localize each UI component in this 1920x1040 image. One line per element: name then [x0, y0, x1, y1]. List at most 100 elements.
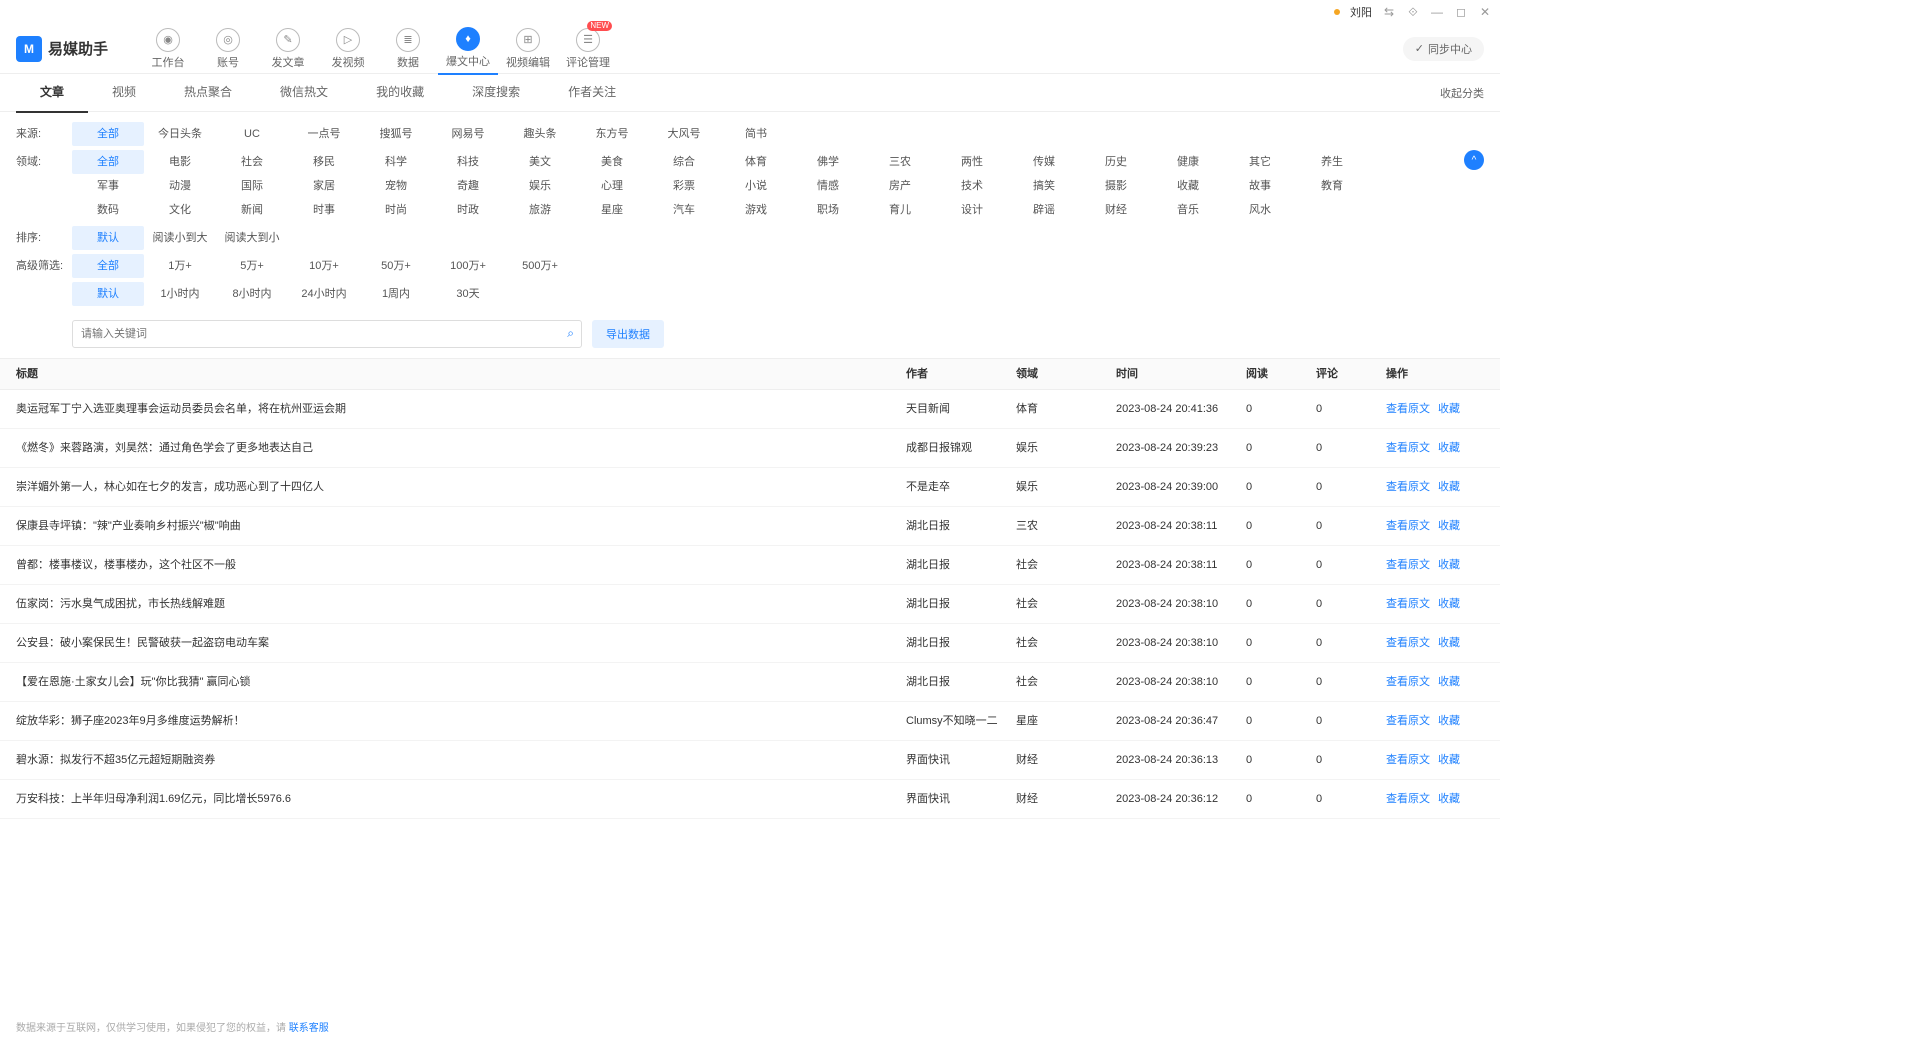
fav-link[interactable]: 收藏: [1438, 663, 1460, 701]
opt-5万+[interactable]: 5万+: [216, 254, 288, 278]
opt-国际[interactable]: 国际: [216, 174, 288, 198]
opt-奇趣[interactable]: 奇趣: [432, 174, 504, 198]
view-link[interactable]: 查看原文: [1386, 468, 1430, 506]
opt-佛学[interactable]: 佛学: [792, 150, 864, 174]
fav-link[interactable]: 收藏: [1438, 546, 1460, 584]
opt-房产[interactable]: 房产: [864, 174, 936, 198]
nav-数据[interactable]: ≣数据: [378, 23, 438, 75]
opt-美文[interactable]: 美文: [504, 150, 576, 174]
view-link[interactable]: 查看原文: [1386, 741, 1430, 779]
collapse-categories[interactable]: 收起分类: [1440, 85, 1484, 101]
maximize-icon[interactable]: ◻: [1454, 5, 1468, 19]
opt-8小时内[interactable]: 8小时内: [216, 282, 288, 306]
cell-title[interactable]: 伍家岗：污水臭气成困扰，市长热线解难题: [16, 585, 906, 623]
view-link[interactable]: 查看原文: [1386, 507, 1430, 545]
opt-游戏[interactable]: 游戏: [720, 198, 792, 222]
opt-一点号[interactable]: 一点号: [288, 122, 360, 146]
tab-视频[interactable]: 视频: [88, 73, 160, 113]
opt-数码[interactable]: 数码: [72, 198, 144, 222]
opt-文化[interactable]: 文化: [144, 198, 216, 222]
nav-视频编辑[interactable]: ⊞视频编辑: [498, 23, 558, 75]
opt-大风号[interactable]: 大风号: [648, 122, 720, 146]
opt-美食[interactable]: 美食: [576, 150, 648, 174]
tab-我的收藏[interactable]: 我的收藏: [352, 73, 448, 113]
fav-link[interactable]: 收藏: [1438, 429, 1460, 467]
fav-link[interactable]: 收藏: [1438, 780, 1460, 818]
tab-微信热文[interactable]: 微信热文: [256, 73, 352, 113]
cell-title[interactable]: 绽放华彩：狮子座2023年9月多维度运势解析！: [16, 702, 906, 740]
opt-10万+[interactable]: 10万+: [288, 254, 360, 278]
view-link[interactable]: 查看原文: [1386, 780, 1430, 818]
opt-默认[interactable]: 默认: [72, 282, 144, 306]
cell-title[interactable]: 公安县：破小案保民生！民警破获一起盗窃电动车案: [16, 624, 906, 662]
nav-评论管理[interactable]: ☰评论管理NEW: [558, 23, 618, 75]
opt-技术[interactable]: 技术: [936, 174, 1008, 198]
fav-link[interactable]: 收藏: [1438, 468, 1460, 506]
opt-东方号[interactable]: 东方号: [576, 122, 648, 146]
opt-社会[interactable]: 社会: [216, 150, 288, 174]
opt-军事[interactable]: 军事: [72, 174, 144, 198]
view-link[interactable]: 查看原文: [1386, 390, 1430, 428]
opt-收藏[interactable]: 收藏: [1152, 174, 1224, 198]
fav-link[interactable]: 收藏: [1438, 741, 1460, 779]
opt-宠物[interactable]: 宠物: [360, 174, 432, 198]
view-link[interactable]: 查看原文: [1386, 429, 1430, 467]
opt-阅读大到小[interactable]: 阅读大到小: [216, 226, 288, 250]
opt-24小时内[interactable]: 24小时内: [288, 282, 360, 306]
opt-三农[interactable]: 三农: [864, 150, 936, 174]
opt-默认[interactable]: 默认: [72, 226, 144, 250]
nav-发视频[interactable]: ▷发视频: [318, 23, 378, 75]
cell-title[interactable]: 碧水源：拟发行不超35亿元超短期融资券: [16, 741, 906, 779]
opt-职场[interactable]: 职场: [792, 198, 864, 222]
opt-全部[interactable]: 全部: [72, 254, 144, 278]
opt-电影[interactable]: 电影: [144, 150, 216, 174]
sync-button[interactable]: ✓ 同步中心: [1403, 37, 1484, 61]
opt-汽车[interactable]: 汽车: [648, 198, 720, 222]
opt-育儿[interactable]: 育儿: [864, 198, 936, 222]
pin-icon[interactable]: ⟐: [1406, 5, 1420, 19]
nav-工作台[interactable]: ◉工作台: [138, 23, 198, 75]
opt-新闻[interactable]: 新闻: [216, 198, 288, 222]
opt-100万+[interactable]: 100万+: [432, 254, 504, 278]
opt-趣头条[interactable]: 趣头条: [504, 122, 576, 146]
app-logo[interactable]: M 易媒助手: [16, 36, 108, 62]
opt-故事[interactable]: 故事: [1224, 174, 1296, 198]
opt-科学[interactable]: 科学: [360, 150, 432, 174]
opt-简书[interactable]: 简书: [720, 122, 792, 146]
opt-财经[interactable]: 财经: [1080, 198, 1152, 222]
opt-30天[interactable]: 30天: [432, 282, 504, 306]
export-button[interactable]: 导出数据: [592, 320, 664, 348]
opt-旅游[interactable]: 旅游: [504, 198, 576, 222]
view-link[interactable]: 查看原文: [1386, 546, 1430, 584]
tab-文章[interactable]: 文章: [16, 73, 88, 113]
opt-移民[interactable]: 移民: [288, 150, 360, 174]
opt-综合[interactable]: 综合: [648, 150, 720, 174]
opt-UC[interactable]: UC: [216, 122, 288, 146]
opt-科技[interactable]: 科技: [432, 150, 504, 174]
fav-link[interactable]: 收藏: [1438, 507, 1460, 545]
search-icon[interactable]: ⌕: [567, 326, 574, 341]
nav-账号[interactable]: ◎账号: [198, 23, 258, 75]
settings-icon[interactable]: ⇆: [1382, 5, 1396, 19]
nav-爆文中心[interactable]: ♦爆文中心: [438, 23, 498, 75]
opt-全部[interactable]: 全部: [72, 122, 144, 146]
fav-link[interactable]: 收藏: [1438, 585, 1460, 623]
opt-500万+[interactable]: 500万+: [504, 254, 576, 278]
opt-动漫[interactable]: 动漫: [144, 174, 216, 198]
opt-今日头条[interactable]: 今日头条: [144, 122, 216, 146]
opt-养生[interactable]: 养生: [1296, 150, 1368, 174]
opt-心理[interactable]: 心理: [576, 174, 648, 198]
opt-情感[interactable]: 情感: [792, 174, 864, 198]
tab-深度搜索[interactable]: 深度搜索: [448, 73, 544, 113]
opt-传媒[interactable]: 传媒: [1008, 150, 1080, 174]
fav-link[interactable]: 收藏: [1438, 624, 1460, 662]
close-icon[interactable]: ✕: [1478, 5, 1492, 19]
tab-热点聚合[interactable]: 热点聚合: [160, 73, 256, 113]
fav-link[interactable]: 收藏: [1438, 390, 1460, 428]
opt-两性[interactable]: 两性: [936, 150, 1008, 174]
view-link[interactable]: 查看原文: [1386, 702, 1430, 740]
opt-体育[interactable]: 体育: [720, 150, 792, 174]
opt-辟谣[interactable]: 辟谣: [1008, 198, 1080, 222]
opt-1周内[interactable]: 1周内: [360, 282, 432, 306]
opt-设计[interactable]: 设计: [936, 198, 1008, 222]
